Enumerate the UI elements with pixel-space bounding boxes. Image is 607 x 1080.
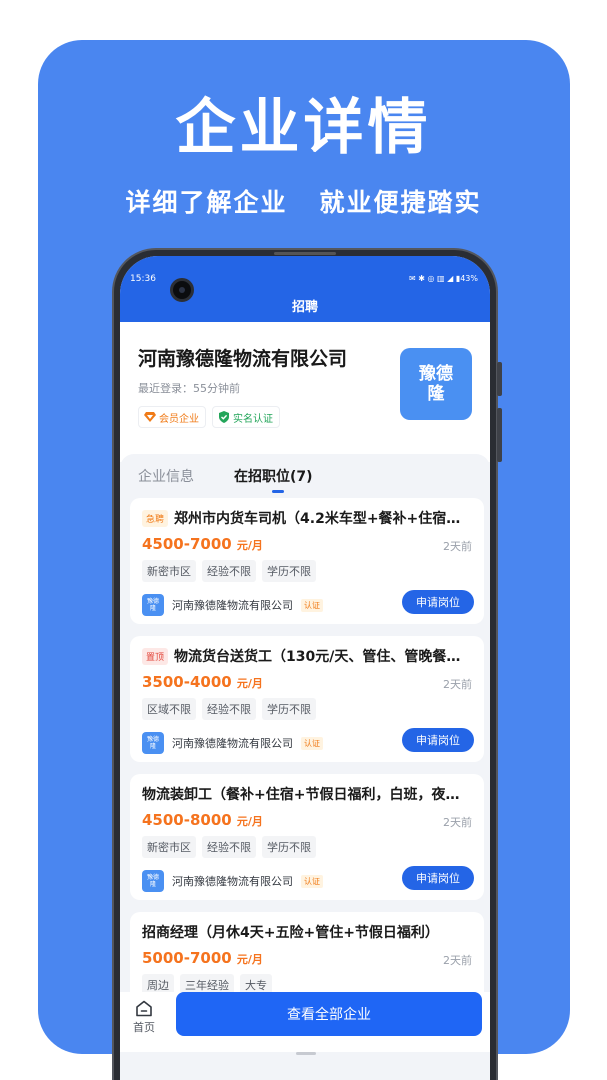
company-mini-logo: 豫德 隆	[142, 870, 164, 892]
company-tabs: 企业信息 在招职位(7)	[120, 454, 490, 498]
home-icon	[136, 1000, 152, 1017]
salary-value: 5000-7000	[142, 949, 232, 967]
company-logo: 豫德 隆	[400, 348, 472, 420]
req-chip: 学历不限	[262, 698, 316, 720]
job-requirements: 新密市区 经验不限 学历不限	[142, 560, 316, 582]
member-badge-label: 会员企业	[159, 413, 199, 425]
job-company-name: 河南豫德隆物流有限公司	[172, 875, 293, 888]
verified-tag: 认证	[301, 736, 323, 750]
job-company-name: 河南豫德隆物流有限公司	[172, 737, 293, 750]
member-badge: 会员企业	[138, 406, 206, 428]
tab-open-positions[interactable]: 在招职位(7)	[234, 466, 313, 486]
salary-value: 3500-4000	[142, 673, 232, 691]
shield-check-icon	[219, 411, 229, 423]
job-title: 招商经理（月休4天+五险+管住+节假日福利）	[142, 925, 439, 941]
status-time: 15:36	[130, 274, 156, 284]
job-posted-time: 2天前	[443, 816, 472, 829]
job-card[interactable]: 物流装卸工（餐补+住宿+节假日福利，白班，夜班... 4500-8000 元/月…	[130, 774, 484, 900]
salary-value: 4500-8000	[142, 811, 232, 829]
job-company: 豫德 隆 河南豫德隆物流有限公司 认证	[142, 870, 323, 892]
job-requirements: 新密市区 经验不限 学历不限	[142, 836, 316, 858]
job-title: 郑州市内货车司机（4.2米车型+餐补+住宿+公...	[174, 511, 472, 527]
req-chip: 学历不限	[262, 836, 316, 858]
pinned-tag: 置顶	[142, 647, 169, 665]
diamond-icon	[144, 412, 156, 422]
job-requirements: 区域不限 经验不限 学历不限	[142, 698, 316, 720]
phone-screen: 15:36 ✉ ✱ ◎ ▥ ◢ ▮43% 招聘 河南豫德隆物流有限公司 最近登录…	[120, 256, 490, 1080]
verified-tag: 认证	[301, 874, 323, 888]
phone-power-button	[497, 408, 502, 462]
salary-unit: 元/月	[236, 953, 263, 966]
phone-frame: 15:36 ✉ ✱ ◎ ▥ ◢ ▮43% 招聘 河南豫德隆物流有限公司 最近登录…	[112, 248, 502, 1080]
phone-speaker	[274, 252, 336, 255]
job-title: 物流货台送货工（130元/天、管住、管晚餐、1...	[174, 649, 472, 665]
job-title: 物流装卸工（餐补+住宿+节假日福利，白班，夜班...	[142, 787, 472, 803]
home-indicator	[296, 1052, 316, 1055]
job-salary: 4500-8000 元/月	[142, 810, 263, 829]
salary-unit: 元/月	[236, 815, 263, 828]
job-salary: 3500-4000 元/月	[142, 672, 263, 691]
company-mini-logo: 豫德 隆	[142, 732, 164, 754]
salary-value: 4500-7000	[142, 535, 232, 553]
promo-subtitle: 详细了解企业 就业便捷踏实	[125, 188, 482, 217]
verified-badge: 实名认证	[212, 406, 280, 428]
promo-title: 企业详情	[175, 93, 432, 163]
job-card[interactable]: 急聘 郑州市内货车司机（4.2米车型+餐补+住宿+公... 4500-7000 …	[130, 498, 484, 624]
req-chip: 新密市区	[142, 836, 196, 858]
job-card[interactable]: 置顶 物流货台送货工（130元/天、管住、管晚餐、1... 3500-4000 …	[130, 636, 484, 762]
nav-home[interactable]: 首页	[128, 1000, 160, 1035]
req-chip: 经验不限	[202, 698, 256, 720]
status-icons: ✉ ✱ ◎ ▥ ◢ ▮43%	[409, 274, 478, 283]
company-name: 河南豫德隆物流有限公司	[138, 348, 348, 370]
company-mini-logo: 豫德 隆	[142, 594, 164, 616]
page-title: 招聘	[291, 300, 318, 315]
job-salary: 5000-7000 元/月	[142, 948, 263, 967]
verified-tag: 认证	[301, 598, 323, 612]
apply-button[interactable]: 申请岗位	[402, 728, 474, 752]
job-salary: 4500-7000 元/月	[142, 534, 263, 553]
company-card: 河南豫德隆物流有限公司 最近登录：55分钟前 会员企业 实名认证 豫德 隆	[120, 322, 490, 462]
job-posted-time: 2天前	[443, 678, 472, 691]
apply-button[interactable]: 申请岗位	[402, 866, 474, 890]
verified-badge-label: 实名认证	[233, 413, 273, 425]
urgent-tag: 急聘	[142, 509, 169, 527]
job-posted-time: 2天前	[443, 540, 472, 553]
salary-unit: 元/月	[236, 539, 263, 552]
app-header: 15:36 ✉ ✱ ◎ ▥ ◢ ▮43% 招聘	[120, 256, 490, 324]
job-company: 豫德 隆 河南豫德隆物流有限公司 认证	[142, 594, 323, 616]
job-company: 豫德 隆 河南豫德隆物流有限公司 认证	[142, 732, 323, 754]
req-chip: 新密市区	[142, 560, 196, 582]
req-chip: 区域不限	[142, 698, 196, 720]
req-chip: 学历不限	[262, 560, 316, 582]
company-logo-text: 豫德 隆	[419, 364, 453, 404]
job-posted-time: 2天前	[443, 954, 472, 967]
req-chip: 经验不限	[202, 836, 256, 858]
apply-button[interactable]: 申请岗位	[402, 590, 474, 614]
phone-volume-button	[497, 362, 502, 396]
active-tab-indicator	[272, 490, 284, 493]
nav-home-label: 首页	[133, 1021, 155, 1034]
job-company-name: 河南豫德隆物流有限公司	[172, 599, 293, 612]
last-login: 最近登录：55分钟前	[138, 382, 240, 395]
salary-unit: 元/月	[236, 677, 263, 690]
req-chip: 经验不限	[202, 560, 256, 582]
bottom-bar: 首页 查看全部企业	[120, 992, 490, 1052]
view-all-companies-button[interactable]: 查看全部企业	[176, 992, 482, 1036]
company-badges: 会员企业 实名认证	[138, 406, 280, 428]
tab-company-info[interactable]: 企业信息	[138, 466, 194, 486]
